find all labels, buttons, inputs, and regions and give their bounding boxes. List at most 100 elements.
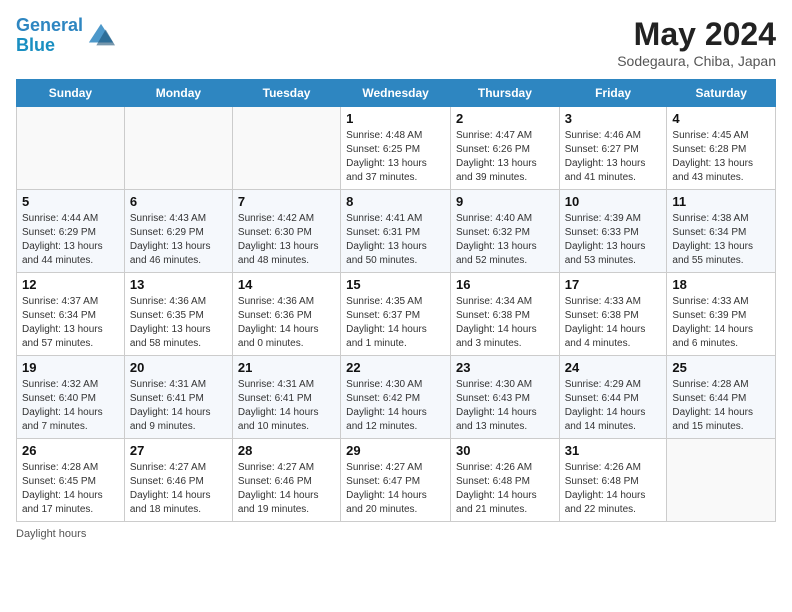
calendar-cell: 14 Sunrise: 4:36 AM Sunset: 6:36 PM Dayli… (232, 273, 340, 356)
day-info: Sunrise: 4:41 AM Sunset: 6:31 PM Dayligh… (346, 212, 445, 268)
day-info: Sunrise: 4:26 AM Sunset: 6:48 PM Dayligh… (565, 461, 662, 517)
day-number: 31 (565, 443, 662, 458)
day-info: Sunrise: 4:29 AM Sunset: 6:44 PM Dayligh… (565, 378, 662, 434)
day-number: 11 (672, 194, 770, 209)
day-number: 4 (672, 111, 770, 126)
weekday-header: Sunday (17, 80, 125, 107)
calendar-cell: 1 Sunrise: 4:48 AM Sunset: 6:25 PM Daylig… (341, 107, 451, 190)
title-block: May 2024 Sodegaura, Chiba, Japan (617, 16, 776, 69)
calendar-cell: 12 Sunrise: 4:37 AM Sunset: 6:34 PM Dayli… (17, 273, 125, 356)
day-info: Sunrise: 4:30 AM Sunset: 6:43 PM Dayligh… (456, 378, 554, 434)
calendar-cell: 20 Sunrise: 4:31 AM Sunset: 6:41 PM Dayli… (124, 356, 232, 439)
day-number: 22 (346, 360, 445, 375)
calendar-cell: 16 Sunrise: 4:34 AM Sunset: 6:38 PM Dayli… (450, 273, 559, 356)
calendar-cell: 23 Sunrise: 4:30 AM Sunset: 6:43 PM Dayli… (450, 356, 559, 439)
day-number: 1 (346, 111, 445, 126)
day-info: Sunrise: 4:27 AM Sunset: 6:46 PM Dayligh… (238, 461, 335, 517)
calendar-cell: 22 Sunrise: 4:30 AM Sunset: 6:42 PM Dayli… (341, 356, 451, 439)
weekday-header: Friday (559, 80, 667, 107)
day-number: 2 (456, 111, 554, 126)
day-number: 23 (456, 360, 554, 375)
calendar-week-row: 19Sunrise: 4:32 AM Sunset: 6:40 PM Dayli… (17, 356, 776, 439)
month-title: May 2024 (617, 16, 776, 53)
day-info: Sunrise: 4:33 AM Sunset: 6:38 PM Dayligh… (565, 295, 662, 351)
calendar-week-row: 5Sunrise: 4:44 AM Sunset: 6:29 PM Daylig… (17, 190, 776, 273)
calendar-cell: 29 Sunrise: 4:27 AM Sunset: 6:47 PM Dayli… (341, 439, 451, 522)
calendar-cell: 13 Sunrise: 4:36 AM Sunset: 6:35 PM Dayli… (124, 273, 232, 356)
day-number: 7 (238, 194, 335, 209)
calendar-cell: 6 Sunrise: 4:43 AM Sunset: 6:29 PM Daylig… (124, 190, 232, 273)
day-info: Sunrise: 4:39 AM Sunset: 6:33 PM Dayligh… (565, 212, 662, 268)
day-number: 5 (22, 194, 119, 209)
day-number: 28 (238, 443, 335, 458)
day-number: 13 (130, 277, 227, 292)
calendar-cell: 19Sunrise: 4:32 AM Sunset: 6:40 PM Dayli… (17, 356, 125, 439)
location-subtitle: Sodegaura, Chiba, Japan (617, 53, 776, 69)
day-info: Sunrise: 4:43 AM Sunset: 6:29 PM Dayligh… (130, 212, 227, 268)
page-header: GeneralBlue May 2024 Sodegaura, Chiba, J… (16, 16, 776, 69)
weekday-header: Thursday (450, 80, 559, 107)
logo-text: GeneralBlue (16, 16, 83, 56)
weekday-header: Monday (124, 80, 232, 107)
calendar-cell: 7 Sunrise: 4:42 AM Sunset: 6:30 PM Daylig… (232, 190, 340, 273)
day-number: 27 (130, 443, 227, 458)
day-info: Sunrise: 4:36 AM Sunset: 6:35 PM Dayligh… (130, 295, 227, 351)
day-info: Sunrise: 4:40 AM Sunset: 6:32 PM Dayligh… (456, 212, 554, 268)
day-info: Sunrise: 4:37 AM Sunset: 6:34 PM Dayligh… (22, 295, 119, 351)
day-info: Sunrise: 4:31 AM Sunset: 6:41 PM Dayligh… (238, 378, 335, 434)
calendar-cell: 17Sunrise: 4:33 AM Sunset: 6:38 PM Dayli… (559, 273, 667, 356)
day-number: 6 (130, 194, 227, 209)
calendar-cell: 15 Sunrise: 4:35 AM Sunset: 6:37 PM Dayli… (341, 273, 451, 356)
day-number: 21 (238, 360, 335, 375)
calendar-cell: 9Sunrise: 4:40 AM Sunset: 6:32 PM Daylig… (450, 190, 559, 273)
day-info: Sunrise: 4:34 AM Sunset: 6:38 PM Dayligh… (456, 295, 554, 351)
logo: GeneralBlue (16, 16, 115, 56)
calendar-cell: 4 Sunrise: 4:45 AM Sunset: 6:28 PM Daylig… (667, 107, 776, 190)
day-number: 16 (456, 277, 554, 292)
day-info: Sunrise: 4:28 AM Sunset: 6:44 PM Dayligh… (672, 378, 770, 434)
calendar-cell: 28 Sunrise: 4:27 AM Sunset: 6:46 PM Dayli… (232, 439, 340, 522)
calendar-cell (17, 107, 125, 190)
calendar-cell: 5Sunrise: 4:44 AM Sunset: 6:29 PM Daylig… (17, 190, 125, 273)
calendar-cell: 10 Sunrise: 4:39 AM Sunset: 6:33 PM Dayli… (559, 190, 667, 273)
day-number: 19 (22, 360, 119, 375)
day-number: 20 (130, 360, 227, 375)
calendar-cell: 24Sunrise: 4:29 AM Sunset: 6:44 PM Dayli… (559, 356, 667, 439)
day-info: Sunrise: 4:26 AM Sunset: 6:48 PM Dayligh… (456, 461, 554, 517)
calendar-cell: 31 Sunrise: 4:26 AM Sunset: 6:48 PM Dayli… (559, 439, 667, 522)
weekday-header: Saturday (667, 80, 776, 107)
day-info: Sunrise: 4:33 AM Sunset: 6:39 PM Dayligh… (672, 295, 770, 351)
calendar-cell: 11 Sunrise: 4:38 AM Sunset: 6:34 PM Dayli… (667, 190, 776, 273)
day-info: Sunrise: 4:42 AM Sunset: 6:30 PM Dayligh… (238, 212, 335, 268)
calendar-header: SundayMondayTuesdayWednesdayThursdayFrid… (17, 80, 776, 107)
day-number: 10 (565, 194, 662, 209)
calendar-week-row: 1 Sunrise: 4:48 AM Sunset: 6:25 PM Daylig… (17, 107, 776, 190)
day-info: Sunrise: 4:31 AM Sunset: 6:41 PM Dayligh… (130, 378, 227, 434)
day-info: Sunrise: 4:45 AM Sunset: 6:28 PM Dayligh… (672, 129, 770, 185)
day-info: Sunrise: 4:28 AM Sunset: 6:45 PM Dayligh… (22, 461, 119, 517)
day-info: Sunrise: 4:48 AM Sunset: 6:25 PM Dayligh… (346, 129, 445, 185)
day-info: Sunrise: 4:27 AM Sunset: 6:47 PM Dayligh… (346, 461, 445, 517)
day-number: 12 (22, 277, 119, 292)
day-number: 30 (456, 443, 554, 458)
calendar-cell (124, 107, 232, 190)
calendar-cell: 26Sunrise: 4:28 AM Sunset: 6:45 PM Dayli… (17, 439, 125, 522)
day-number: 29 (346, 443, 445, 458)
calendar-cell: 27Sunrise: 4:27 AM Sunset: 6:46 PM Dayli… (124, 439, 232, 522)
calendar-week-row: 26Sunrise: 4:28 AM Sunset: 6:45 PM Dayli… (17, 439, 776, 522)
logo-icon (87, 22, 115, 50)
day-number: 25 (672, 360, 770, 375)
calendar-cell: 25 Sunrise: 4:28 AM Sunset: 6:44 PM Dayli… (667, 356, 776, 439)
calendar-cell: 30 Sunrise: 4:26 AM Sunset: 6:48 PM Dayli… (450, 439, 559, 522)
day-info: Sunrise: 4:30 AM Sunset: 6:42 PM Dayligh… (346, 378, 445, 434)
calendar-cell: 8Sunrise: 4:41 AM Sunset: 6:31 PM Daylig… (341, 190, 451, 273)
day-info: Sunrise: 4:36 AM Sunset: 6:36 PM Dayligh… (238, 295, 335, 351)
day-info: Sunrise: 4:47 AM Sunset: 6:26 PM Dayligh… (456, 129, 554, 185)
day-info: Sunrise: 4:35 AM Sunset: 6:37 PM Dayligh… (346, 295, 445, 351)
day-number: 15 (346, 277, 445, 292)
day-info: Sunrise: 4:38 AM Sunset: 6:34 PM Dayligh… (672, 212, 770, 268)
day-info: Sunrise: 4:46 AM Sunset: 6:27 PM Dayligh… (565, 129, 662, 185)
calendar-cell: 2 Sunrise: 4:47 AM Sunset: 6:26 PM Daylig… (450, 107, 559, 190)
calendar-cell: 18Sunrise: 4:33 AM Sunset: 6:39 PM Dayli… (667, 273, 776, 356)
day-number: 14 (238, 277, 335, 292)
